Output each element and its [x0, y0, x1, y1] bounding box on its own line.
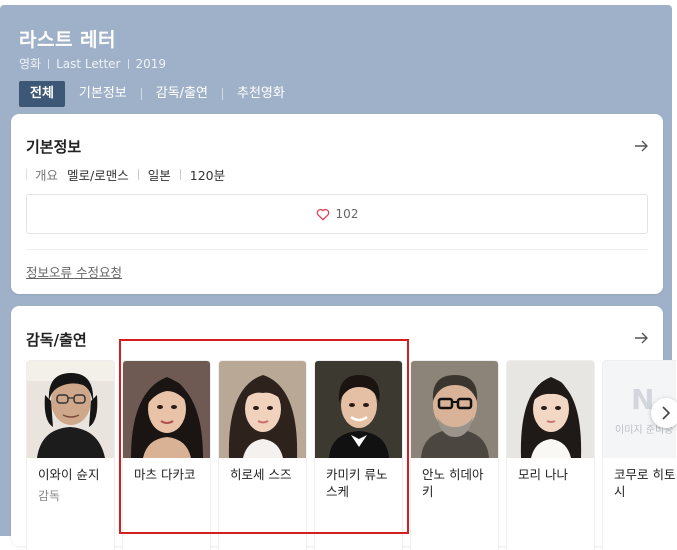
arrow-right-icon[interactable]: [633, 138, 649, 154]
movie-title: 라스트 레터: [19, 29, 117, 51]
tab-recommended[interactable]: 추천영화: [237, 81, 285, 107]
person-photo: [411, 361, 498, 458]
cast-item[interactable]: 모리 나나: [506, 360, 595, 550]
overview-label: 개요: [35, 168, 59, 183]
person-name: 모리 나나: [518, 467, 568, 482]
cast-item[interactable]: 이와이 슌지 감독: [26, 360, 115, 550]
meta-year: 2019: [135, 56, 167, 71]
tab-cast[interactable]: 감독/출연: [156, 81, 208, 107]
cast-item[interactable]: N 이미지 준비중 코무로 히토시: [602, 360, 676, 550]
info-separator: [137, 169, 139, 180]
meta-original-title: Last Letter: [56, 56, 121, 71]
meta-separator: [48, 58, 50, 69]
report-error-link[interactable]: 정보오류 수정요청: [26, 262, 122, 281]
tab-separator: [222, 88, 223, 100]
arrow-right-icon[interactable]: [633, 330, 649, 346]
person-role: 감독: [38, 489, 61, 503]
cast-next-button[interactable]: [651, 398, 677, 428]
tab-all[interactable]: 전체: [19, 81, 65, 107]
genre-value: 멜로/로맨스: [67, 168, 129, 183]
cast-heading: 감독/출연: [26, 331, 87, 349]
highlight-box: [119, 339, 409, 534]
divider: [26, 249, 648, 250]
cast-item[interactable]: 안노 히데아키: [410, 360, 499, 550]
heart-icon: [316, 208, 329, 220]
basic-info-row: 개요 멜로/로맨스 일본 120분: [26, 165, 225, 184]
basic-info-card: 기본정보 개요 멜로/로맨스 일본 120분 102 정보오류 수정요청: [11, 114, 663, 294]
info-separator: [179, 169, 181, 180]
like-button[interactable]: 102: [26, 194, 648, 234]
tab-bar: 전체 기본정보 감독/출연 추천영화: [19, 81, 285, 107]
person-photo: [27, 361, 114, 458]
movie-meta: 영화 Last Letter 2019: [19, 55, 166, 72]
person-name: 코무로 히토시: [614, 467, 676, 499]
like-count: 102: [335, 207, 359, 221]
info-separator: [26, 169, 27, 180]
tab-separator: [140, 88, 142, 100]
meta-type: 영화: [19, 57, 42, 71]
person-name: 안노 히데아키: [422, 467, 484, 499]
runtime-value: 120분: [189, 168, 226, 183]
chevron-right-icon: [662, 406, 671, 420]
country-value: 일본: [147, 168, 171, 183]
tab-basic-info[interactable]: 기본정보: [79, 81, 127, 107]
meta-separator: [127, 58, 129, 69]
basic-info-heading: 기본정보: [26, 138, 82, 156]
person-name: 이와이 슌지: [38, 467, 100, 482]
person-photo: [507, 361, 594, 458]
